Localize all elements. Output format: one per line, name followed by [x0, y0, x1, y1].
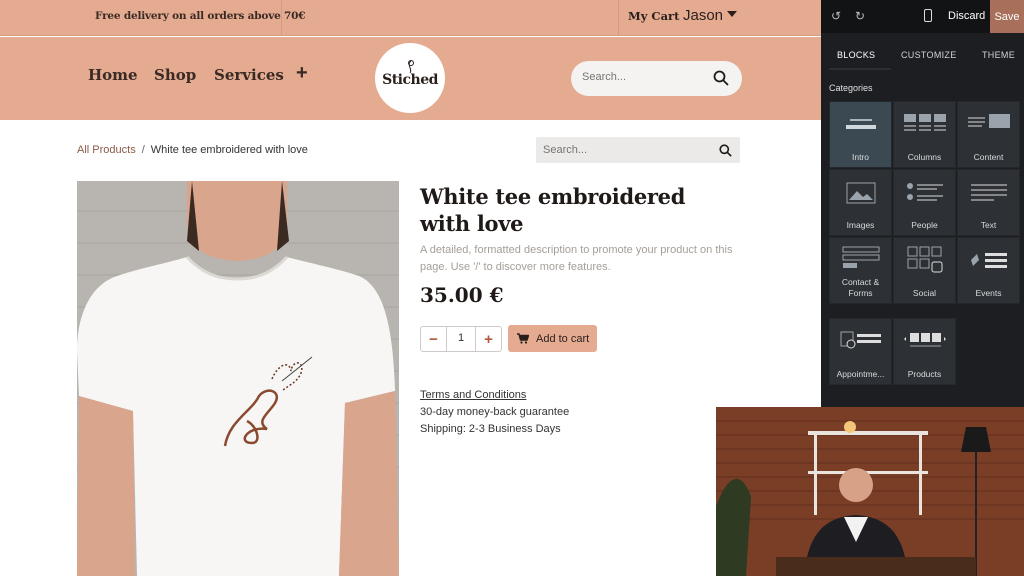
undo-icon[interactable]: ↺: [831, 9, 841, 23]
tab-theme[interactable]: THEME: [982, 50, 1015, 60]
promo-text: Free delivery on all orders above 70€: [95, 10, 306, 22]
guarantee-text: 30-day money-back guarantee: [420, 406, 570, 418]
site-logo[interactable]: Stiched: [375, 43, 445, 113]
nav-more-plus-icon[interactable]: +: [296, 62, 308, 85]
redo-icon[interactable]: ↻: [855, 9, 865, 23]
block-text[interactable]: Text: [957, 169, 1020, 236]
promo-bar: Free delivery on all orders above 70€ My…: [0, 0, 821, 36]
nav-home[interactable]: Home: [88, 66, 138, 84]
terms-link[interactable]: Terms and Conditions: [420, 389, 526, 401]
site-header: Home Shop Services + Stiched: [0, 37, 821, 120]
nav-services[interactable]: Services: [214, 66, 284, 84]
block-label: Intro: [851, 152, 869, 162]
shipping-text: Shipping: 2-3 Business Days: [420, 423, 561, 435]
block-products[interactable]: Products: [893, 318, 956, 385]
webcam-video: [716, 407, 1024, 576]
breadcrumb-current: White tee embroidered with love: [150, 144, 308, 156]
columns-block-icon: [903, 114, 946, 131]
product-title: White tee embroidered with love: [420, 184, 686, 236]
divider: [618, 0, 619, 36]
block-content[interactable]: Content: [957, 101, 1020, 168]
divider: [281, 0, 282, 36]
breadcrumb: All Products / White tee embroidered with …: [77, 144, 308, 156]
block-label: Appointme...: [836, 369, 885, 379]
block-label: Social: [912, 288, 937, 298]
search-icon[interactable]: [713, 70, 729, 86]
webcam-overlay: [716, 407, 1024, 576]
user-name: Jason: [683, 7, 724, 24]
add-to-cart-button[interactable]: Add to cart: [508, 325, 597, 352]
header-search: [571, 61, 742, 96]
products-block-icon: [903, 333, 946, 347]
nav-shop[interactable]: Shop: [154, 66, 196, 84]
quantity-input[interactable]: 1: [447, 332, 475, 344]
images-block-icon: [846, 182, 875, 204]
quantity-minus-button[interactable]: −: [421, 327, 447, 351]
block-intro[interactable]: Intro: [829, 101, 892, 168]
needle-thread-icon: [408, 60, 414, 74]
caret-down-icon: [727, 11, 738, 17]
breadcrumb-all-products[interactable]: All Products: [77, 144, 136, 156]
tab-blocks[interactable]: BLOCKS: [837, 50, 875, 60]
contact-block-icon: [842, 246, 879, 268]
cart-icon: [517, 333, 529, 344]
search-icon[interactable]: [719, 144, 732, 157]
user-menu[interactable]: Jason: [683, 7, 738, 24]
events-block-icon: [970, 253, 1007, 268]
block-label: Content: [973, 152, 1004, 162]
block-label: Contact & Forms: [841, 277, 880, 298]
block-label: Events: [975, 288, 1002, 298]
block-label: Products: [907, 369, 942, 379]
appointment-block-icon: [840, 331, 881, 349]
mobile-preview-icon[interactable]: [924, 9, 932, 22]
block-people[interactable]: People: [893, 169, 956, 236]
quantity-stepper: − 1 +: [420, 326, 502, 352]
block-label: Images: [846, 220, 875, 230]
product-search-input[interactable]: [543, 144, 693, 156]
product-search: [536, 137, 740, 163]
block-social[interactable]: Social: [893, 237, 956, 304]
header-search-input[interactable]: [582, 71, 702, 83]
tab-customize[interactable]: CUSTOMIZE: [901, 50, 957, 60]
content-block-icon: [967, 114, 1010, 128]
editor-panel: ↺ ↻ Discard Save BLOCKS CUSTOMIZE THEME …: [821, 0, 1024, 407]
screen: Free delivery on all orders above 70€ My…: [0, 0, 1024, 576]
active-tab-indicator: [829, 68, 891, 70]
block-label: Columns: [907, 152, 942, 162]
product-image[interactable]: [77, 181, 399, 576]
block-contact-forms[interactable]: Contact & Forms: [829, 237, 892, 304]
product-price: 35.00 €: [420, 283, 504, 307]
breadcrumb-separator: /: [141, 144, 145, 156]
save-button[interactable]: Save: [990, 0, 1024, 33]
intro-block-icon: [845, 119, 876, 129]
text-block-icon: [970, 184, 1007, 201]
block-appointments[interactable]: Appointme...: [829, 318, 892, 385]
tshirt-photo: [77, 181, 399, 576]
product-description: A detailed, formatted description to pro…: [420, 244, 733, 273]
block-columns[interactable]: Columns: [893, 101, 956, 168]
discard-button[interactable]: Discard: [948, 10, 985, 22]
editor-toolbar: ↺ ↻ Discard Save: [821, 0, 1024, 33]
block-images[interactable]: Images: [829, 169, 892, 236]
block-events[interactable]: Events: [957, 237, 1020, 304]
social-block-icon: [907, 246, 942, 273]
block-label: People: [911, 220, 938, 230]
block-label: Text: [980, 220, 997, 230]
categories-title: Categories: [829, 83, 873, 93]
my-cart-link[interactable]: My Cart: [628, 9, 679, 23]
add-to-cart-label: Add to cart: [536, 332, 590, 345]
people-block-icon: [906, 183, 943, 201]
quantity-plus-button[interactable]: +: [475, 327, 501, 351]
